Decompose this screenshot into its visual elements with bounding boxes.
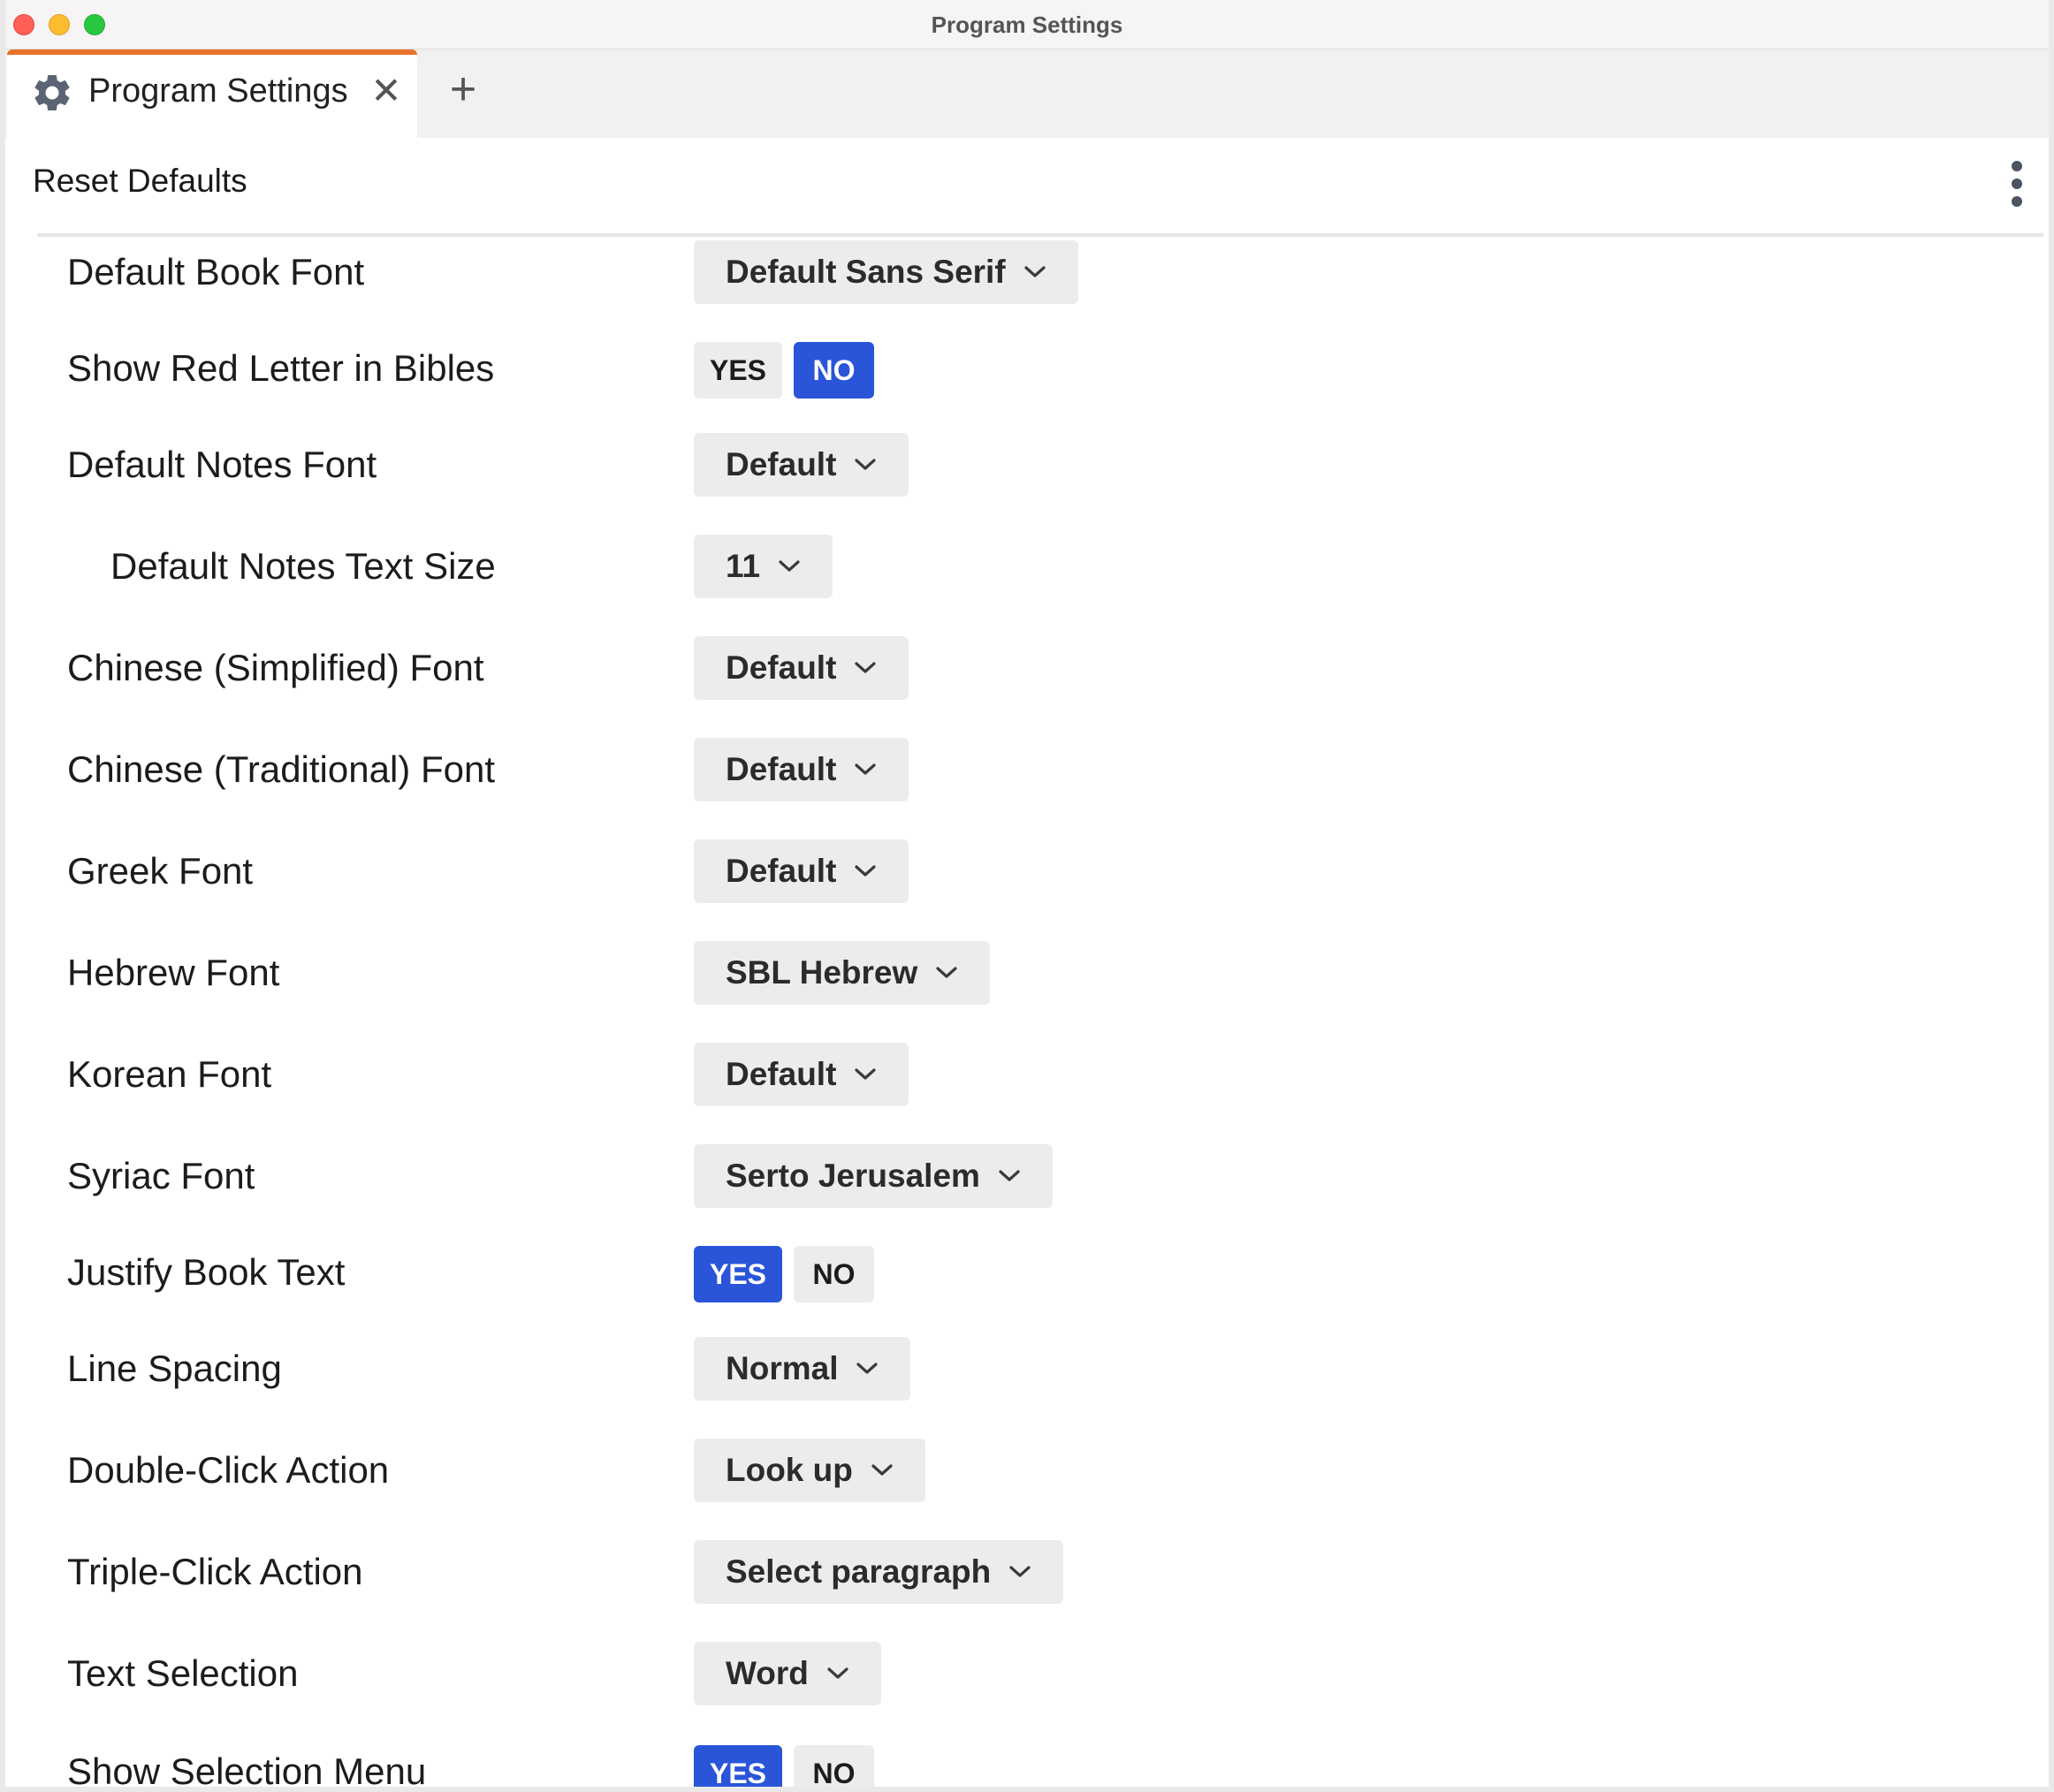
setting-label: Show Red Letter in Bibles <box>67 347 495 389</box>
new-tab-plus-icon[interactable]: + <box>440 66 486 113</box>
tab-label: Program Settings <box>88 72 348 110</box>
setting-label: Korean Font <box>67 1053 272 1095</box>
settings-list: Default Book Font Default Sans Serif Show … <box>0 237 2054 1792</box>
setting-label: Text Selection <box>67 1652 299 1694</box>
chevron-down-icon <box>1024 266 1046 277</box>
toolbar: Reset Defaults <box>0 138 2054 232</box>
setting-label: Syriac Font <box>67 1155 255 1196</box>
setting-dropdown[interactable]: Default <box>694 839 909 903</box>
setting-row: Show Selection Menu YES NO <box>0 1736 2054 1792</box>
setting-label: Line Spacing <box>67 1348 282 1389</box>
setting-dropdown[interactable]: Default Sans Serif <box>694 240 1078 304</box>
setting-row: Korean Font Default <box>0 1039 2054 1110</box>
setting-row: Greek Font Default <box>0 836 2054 907</box>
setting-dropdown[interactable]: Word <box>694 1642 881 1705</box>
dropdown-value: Default <box>726 853 837 889</box>
dropdown-value: Default <box>726 1056 837 1092</box>
setting-dropdown[interactable]: Look up <box>694 1439 925 1502</box>
setting-row: Hebrew Font SBL Hebrew <box>0 938 2054 1008</box>
dropdown-value: Default <box>726 446 837 482</box>
chevron-down-icon <box>999 1170 1020 1181</box>
dropdown-value: SBL Hebrew <box>726 954 918 991</box>
setting-dropdown[interactable]: 11 <box>694 535 833 598</box>
setting-dropdown[interactable]: Default <box>694 738 909 801</box>
chevron-down-icon <box>855 459 877 470</box>
setting-label: Double-Click Action <box>67 1449 390 1491</box>
setting-label: Default Book Font <box>67 251 365 292</box>
toggle-yes-button[interactable]: YES <box>694 1246 782 1302</box>
toggle-no-button[interactable]: NO <box>794 1246 874 1302</box>
tab-active-indicator <box>7 49 417 55</box>
toggle-yes-button[interactable]: YES <box>694 342 782 399</box>
setting-row: Default Book Font Default Sans Serif <box>0 237 2054 308</box>
chevron-down-icon <box>871 1464 893 1476</box>
dropdown-value: Word <box>726 1655 809 1691</box>
setting-label: Show Selection Menu <box>67 1750 427 1792</box>
setting-row: Triple-Click Action Select paragraph <box>0 1537 2054 1607</box>
setting-label: Justify Book Text <box>67 1251 346 1293</box>
tab-program-settings[interactable]: Program Settings ✕ <box>7 49 417 138</box>
setting-label: Hebrew Font <box>67 952 280 993</box>
dropdown-value: Default <box>726 649 837 686</box>
setting-dropdown[interactable]: Serto Jerusalem <box>694 1144 1053 1208</box>
setting-dropdown[interactable]: SBL Hebrew <box>694 941 991 1005</box>
chevron-down-icon <box>855 865 877 877</box>
tab-strip: Program Settings ✕ + <box>0 49 2054 138</box>
dropdown-value: 11 <box>726 548 761 584</box>
gear-icon <box>34 74 70 110</box>
setting-row: Default Notes Font Default <box>0 429 2054 500</box>
reset-defaults-button[interactable]: Reset Defaults <box>33 163 247 200</box>
setting-row: Syriac Font Serto Jerusalem <box>0 1141 2054 1211</box>
setting-label: Triple-Click Action <box>67 1551 363 1592</box>
toggle-yes-button[interactable]: YES <box>694 1745 782 1792</box>
dropdown-value: Serto Jerusalem <box>726 1158 980 1194</box>
setting-dropdown[interactable]: Default <box>694 1043 909 1106</box>
dropdown-value: Default Sans Serif <box>726 254 1006 290</box>
chevron-down-icon <box>855 662 877 673</box>
dropdown-value: Look up <box>726 1452 853 1488</box>
setting-row: Double-Click Action Look up <box>0 1435 2054 1506</box>
setting-row: Justify Book Text YES NO <box>0 1237 2054 1308</box>
setting-row: Chinese (Simplified) Font Default <box>0 633 2054 703</box>
more-options-icon[interactable] <box>2005 159 2029 209</box>
chevron-down-icon <box>936 967 957 978</box>
chevron-down-icon <box>856 1363 879 1374</box>
setting-label: Chinese (Traditional) Font <box>67 748 495 790</box>
setting-dropdown[interactable]: Default <box>694 433 909 497</box>
setting-dropdown[interactable]: Normal <box>694 1337 911 1401</box>
chevron-down-icon <box>855 763 877 775</box>
dropdown-value: Select paragraph <box>726 1553 992 1590</box>
setting-row: Text Selection Word <box>0 1638 2054 1709</box>
setting-label: Greek Font <box>67 850 254 892</box>
setting-row: Line Spacing Normal <box>0 1333 2054 1404</box>
dropdown-value: Default <box>726 751 837 787</box>
chevron-down-icon <box>1009 1566 1031 1577</box>
title-bar: Program Settings <box>0 0 2054 49</box>
setting-label: Default Notes Text Size <box>110 545 496 587</box>
setting-dropdown[interactable]: Select paragraph <box>694 1540 1064 1604</box>
dropdown-value: Normal <box>726 1350 839 1386</box>
setting-row: Show Red Letter in Bibles YES NO <box>0 333 2054 404</box>
chevron-down-icon <box>779 560 800 572</box>
setting-row: Chinese (Traditional) Font Default <box>0 734 2054 805</box>
setting-row: Default Notes Text Size 11 <box>0 531 2054 602</box>
chevron-down-icon <box>827 1667 848 1679</box>
window-title: Program Settings <box>931 11 1123 38</box>
setting-label: Chinese (Simplified) Font <box>67 647 484 688</box>
toggle-no-button[interactable]: NO <box>794 342 874 399</box>
setting-dropdown[interactable]: Default <box>694 636 909 700</box>
close-tab-icon[interactable]: ✕ <box>364 69 408 113</box>
setting-label: Default Notes Font <box>67 444 377 485</box>
toggle-no-button[interactable]: NO <box>794 1745 874 1792</box>
chevron-down-icon <box>855 1068 877 1080</box>
